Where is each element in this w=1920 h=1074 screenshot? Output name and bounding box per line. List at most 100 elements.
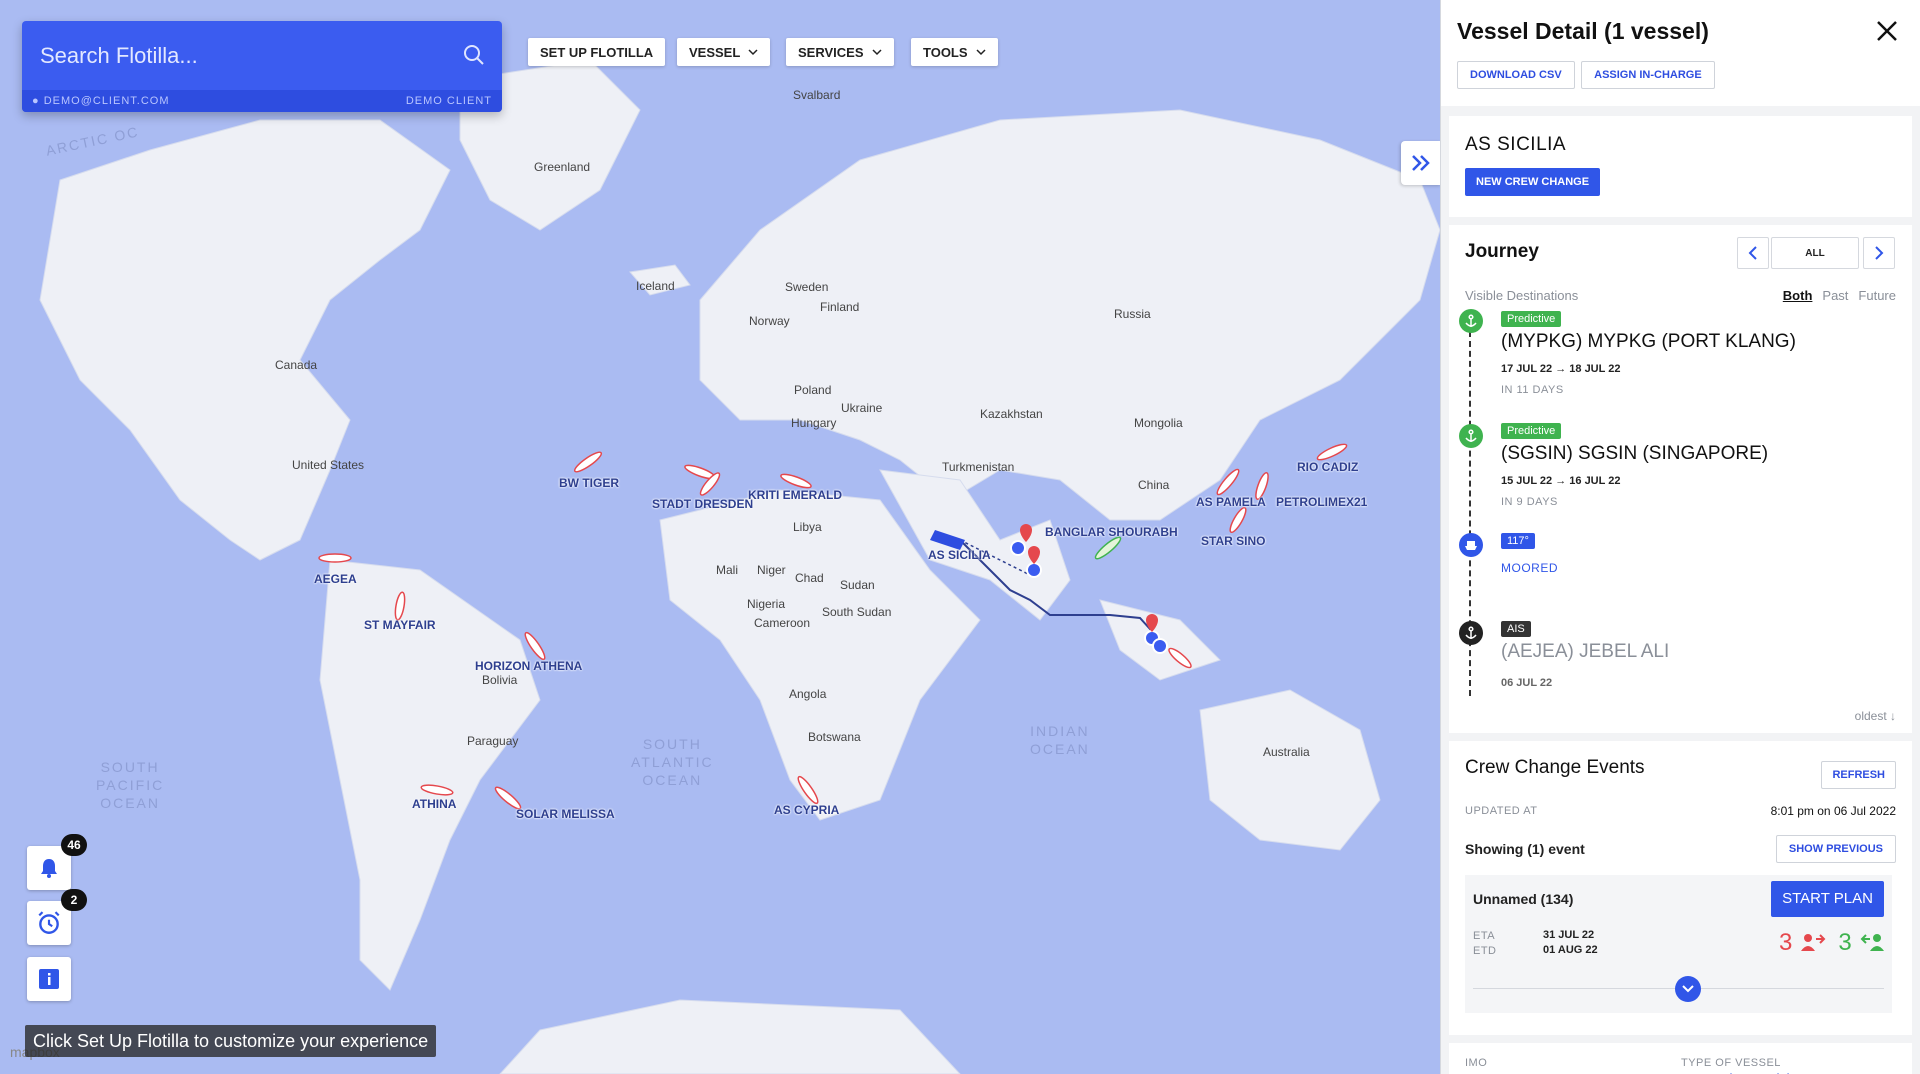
user-email[interactable]: ● DEMO@CLIENT.COM	[32, 95, 170, 107]
updated-at-label: UPDATED AT	[1465, 805, 1538, 817]
ship-label[interactable]: BANGLAR SHOURABH	[1045, 525, 1178, 539]
journey-card: Journey ALL Visible Destinations Both Pa…	[1449, 225, 1912, 733]
vessel-name: AS SICILIA	[1465, 134, 1567, 155]
journey-prev-button[interactable]	[1737, 237, 1769, 269]
predictive-tag: Predictive	[1501, 423, 1562, 439]
country-label: Finland	[820, 300, 860, 314]
port-dates: 15 JUL 22 → 16 JUL 22	[1501, 475, 1621, 487]
predictive-tag: Predictive	[1501, 311, 1562, 327]
journey-item-current[interactable]: 117° MOORED	[1459, 531, 1879, 581]
panel-title: Vessel Detail (1 vessel)	[1457, 18, 1709, 44]
port-name: (SGSIN) SGSIN (SINGAPORE)	[1501, 443, 1769, 464]
search-icon[interactable]	[462, 43, 486, 67]
ship-label[interactable]: ATHINA	[412, 797, 456, 811]
start-plan-button[interactable]: START PLAN	[1771, 881, 1884, 917]
country-label: Cameroon	[754, 616, 811, 630]
ship-label[interactable]: AEGEA	[314, 572, 357, 586]
ship-label[interactable]: AS PAMELA	[1196, 495, 1266, 509]
country-label: Norway	[749, 314, 790, 328]
anchor-icon	[1459, 621, 1483, 645]
alarms-button[interactable]: 2	[27, 889, 87, 945]
journey-item[interactable]: Predictive (SGSIN) SGSIN (SINGAPORE) 15 …	[1459, 421, 1879, 511]
chevron-down-icon	[748, 49, 758, 56]
notifications-button[interactable]: 46	[27, 834, 87, 890]
ship-label[interactable]: ST MAYFAIR	[364, 618, 436, 632]
close-icon[interactable]	[1874, 18, 1900, 44]
chevron-right-icon	[1875, 246, 1884, 260]
download-csv-button[interactable]: DOWNLOAD CSV	[1457, 61, 1575, 89]
on-signers-icon	[1860, 934, 1884, 951]
filter-future[interactable]: Future	[1858, 288, 1896, 303]
filter-past[interactable]: Past	[1822, 288, 1848, 303]
country-label: Bolivia	[482, 673, 518, 687]
ship-label[interactable]: PETROLIMEX21	[1276, 495, 1367, 509]
search-input[interactable]	[40, 41, 440, 71]
country-label: Hungary	[791, 416, 837, 430]
ship-label[interactable]: RIO CADIZ	[1297, 460, 1358, 474]
vessel-detail-panel: Vessel Detail (1 vessel) DOWNLOAD CSV AS…	[1440, 0, 1920, 1074]
chevron-down-icon	[871, 49, 882, 56]
ship-label[interactable]: KRITI EMERALD	[748, 488, 842, 502]
country-label: Niger	[757, 563, 786, 577]
country-label: Nigeria	[747, 597, 786, 611]
crew-event-item[interactable]: Unnamed (134) START PLAN ETA 31 JUL 22 E…	[1465, 875, 1892, 1013]
notifications-count-badge: 46	[61, 834, 87, 856]
show-previous-button[interactable]: SHOW PREVIOUS	[1775, 835, 1896, 863]
sort-oldest-toggle[interactable]: oldest ↓	[1855, 709, 1896, 723]
assign-in-charge-button[interactable]: ASSIGN IN-CHARGE	[1581, 61, 1715, 89]
showing-events-label: Showing (1) event	[1465, 841, 1585, 857]
setup-flotilla-button[interactable]: SET UP FLOTILLA	[528, 38, 666, 66]
expand-event-button[interactable]	[1675, 976, 1701, 1002]
country-label: Kazakhstan	[980, 407, 1043, 421]
journey-next-button[interactable]	[1863, 237, 1895, 269]
ship-label[interactable]: AS SICILIA	[928, 548, 991, 562]
tools-menu-button[interactable]: TOOLS	[911, 38, 998, 66]
ship-label[interactable]: HORIZON ATHENA	[475, 659, 582, 673]
port-relative-time: IN 9 DAYS	[1501, 496, 1558, 508]
services-menu-button[interactable]: SERVICES	[786, 38, 894, 66]
ship-label[interactable]: AS CYPRIA	[774, 803, 839, 817]
destination-filter: Both Past Future	[1783, 288, 1896, 303]
setup-hint-toast: Click Set Up Flotilla to customize your …	[25, 1025, 437, 1057]
account-footer: ● DEMO@CLIENT.COM DEMO CLIENT	[22, 90, 502, 112]
journey-item[interactable]: Predictive (MYPKG) MYPKG (PORT KLANG) 17…	[1459, 309, 1879, 399]
updated-at-value: 8:01 pm on 06 Jul 2022	[1770, 804, 1896, 818]
country-label: Australia	[1263, 745, 1310, 759]
info-button[interactable]	[27, 957, 71, 1001]
country-label: Paraguay	[467, 734, 519, 748]
refresh-button[interactable]: REFRESH	[1821, 761, 1896, 789]
off-signers-count: 3	[1779, 929, 1793, 956]
heading-tag: 117°	[1501, 533, 1535, 549]
journey-item[interactable]: AIS (AEJEA) JEBEL ALI 06 JUL 22	[1459, 619, 1879, 689]
bell-icon	[41, 859, 57, 878]
ship-label[interactable]: BW TIGER	[559, 476, 619, 490]
panel-header: Vessel Detail (1 vessel) DOWNLOAD CSV AS…	[1441, 0, 1920, 106]
info-icon	[39, 969, 59, 989]
chevron-down-icon	[976, 49, 986, 56]
ocean-label-indian: INDIAN OCEAN	[1030, 723, 1090, 757]
collapse-panel-button[interactable]	[1401, 141, 1441, 185]
ship-icon	[1459, 533, 1483, 557]
country-label: Russia	[1114, 307, 1151, 321]
ship-label[interactable]: SOLAR MELISSA	[516, 807, 615, 821]
country-label: Chad	[795, 571, 824, 585]
world-map[interactable]: ARCTIC OC SOUTH PACIFIC OCEAN SOUTH ATLA…	[0, 0, 1440, 1074]
port-dates: 06 JUL 22	[1501, 677, 1553, 689]
ship-label[interactable]: STAR SINO	[1201, 534, 1265, 548]
country-label: China	[1138, 478, 1170, 492]
journey-range-select[interactable]: ALL	[1771, 237, 1859, 269]
etd-value: 01 AUG 22	[1543, 944, 1598, 956]
country-label: Angola	[789, 687, 827, 701]
crew-change-card: Crew Change Events REFRESH UPDATED AT 8:…	[1449, 741, 1912, 1035]
port-relative-time: IN 11 DAYS	[1501, 384, 1564, 396]
new-crew-change-button[interactable]: NEW CREW CHANGE	[1465, 168, 1601, 196]
vessel-menu-button[interactable]: VESSEL	[677, 38, 771, 66]
country-label: Turkmenistan	[942, 460, 1015, 474]
double-chevron-right-icon	[1412, 155, 1430, 171]
ocean-label-south-pacific: SOUTH PACIFIC OCEAN	[96, 759, 165, 811]
filter-both[interactable]: Both	[1783, 288, 1813, 303]
event-name: Unnamed (134)	[1473, 891, 1574, 907]
ship-label[interactable]: STADT DRESDEN	[652, 497, 753, 511]
country-label: Canada	[275, 358, 318, 372]
crew-counts: 3 3	[1779, 929, 1886, 957]
